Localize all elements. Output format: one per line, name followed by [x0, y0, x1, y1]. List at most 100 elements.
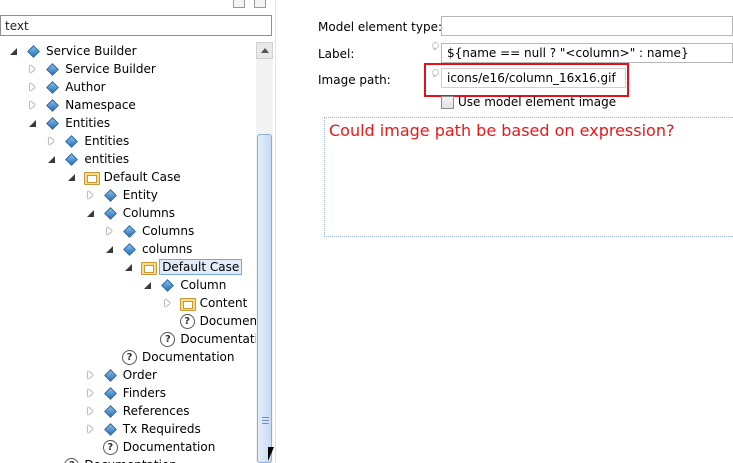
- expanded-arrow-icon[interactable]: [27, 117, 39, 129]
- collapsed-arrow-icon[interactable]: [85, 387, 97, 399]
- annotation-text: Could image path be based on expression?: [329, 121, 675, 140]
- tree-item[interactable]: Documentation: [85, 438, 216, 456]
- model-element-type-label: Model element type:: [318, 20, 442, 34]
- tree-item[interactable]: Documentation: [46, 456, 177, 463]
- scrollbar-grip-icon: [262, 417, 269, 424]
- tree-item[interactable]: Columns: [104, 222, 194, 240]
- tree-item[interactable]: Service Builder: [27, 60, 156, 78]
- tree-item-label: Documentation: [122, 440, 216, 454]
- tree-item[interactable]: Default Case: [66, 168, 181, 186]
- tree-item-label: Entity: [122, 188, 158, 202]
- collapsed-arrow-icon[interactable]: [85, 405, 97, 417]
- collapsed-arrow-icon[interactable]: [85, 189, 97, 201]
- tree-item[interactable]: Entities: [46, 132, 129, 150]
- filter-input[interactable]: [0, 15, 272, 36]
- tree-item[interactable]: Namespace: [27, 96, 136, 114]
- expanded-arrow-icon[interactable]: [123, 261, 135, 273]
- expanded-arrow-icon[interactable]: [85, 207, 97, 219]
- use-model-image-checkbox[interactable]: [441, 96, 454, 109]
- tree-item[interactable]: columns: [104, 240, 192, 258]
- tree-item-label: Documentation: [142, 350, 235, 364]
- diamond-icon: [121, 241, 137, 257]
- tree-item-label: Documentation: [180, 332, 256, 346]
- diamond-icon: [44, 115, 60, 131]
- expanded-arrow-icon[interactable]: [46, 153, 58, 165]
- collapsed-arrow-icon[interactable]: [27, 99, 39, 111]
- tree-item[interactable]: Documentation: [162, 312, 256, 330]
- collapsed-arrow-icon[interactable]: [46, 135, 58, 147]
- collapsed-arrow-icon[interactable]: [104, 225, 116, 237]
- scroll-up-icon[interactable]: [256, 42, 273, 59]
- folder-icon: [179, 295, 196, 311]
- tree-item[interactable]: Documentation: [104, 348, 235, 366]
- tree-item-label: Tx Requireds: [122, 422, 201, 436]
- collapse-all-icon[interactable]: [233, 0, 245, 8]
- diamond-icon: [102, 367, 118, 383]
- diamond-icon: [63, 151, 79, 167]
- tree-item-label: Entities: [65, 116, 111, 130]
- tree-item-label: Default Case: [103, 170, 181, 184]
- diamond-icon: [102, 403, 118, 419]
- tree-item[interactable]: Order: [85, 366, 157, 384]
- diamond-icon: [102, 421, 118, 437]
- diamond-icon: [44, 79, 60, 95]
- label-label: Label:: [318, 47, 355, 61]
- help-icon: [63, 457, 80, 463]
- model-element-type-field[interactable]: [441, 16, 733, 36]
- expanded-arrow-icon[interactable]: [104, 243, 116, 255]
- tree-item[interactable]: entities: [46, 150, 129, 168]
- diamond-icon: [44, 97, 60, 113]
- tree-item-label: Namespace: [65, 98, 136, 112]
- tree-item-label: columns: [142, 242, 193, 256]
- outline-pane: Service Builder Service Builder Author Name…: [0, 0, 276, 463]
- tree-item[interactable]: Entities: [27, 114, 110, 132]
- tree-item[interactable]: Finders: [85, 384, 166, 402]
- collapsed-arrow-icon[interactable]: [27, 81, 39, 93]
- diamond-icon: [63, 133, 79, 149]
- collapsed-arrow-icon[interactable]: [27, 63, 39, 75]
- tree-item[interactable]: Columns: [85, 204, 175, 222]
- tree-item[interactable]: References: [85, 402, 190, 420]
- diamond-icon: [44, 61, 60, 77]
- content-assist-bulb-icon: [431, 42, 439, 51]
- diamond-icon: [102, 205, 118, 221]
- folder-icon: [140, 259, 158, 275]
- tree-item[interactable]: Default Case: [123, 258, 243, 276]
- tree-item-label: References: [122, 404, 190, 418]
- tree-item-label: Order: [122, 368, 157, 382]
- folder-icon: [83, 169, 100, 185]
- tree-item-label: Author: [65, 80, 106, 94]
- highlight-box: [424, 63, 629, 97]
- expanded-arrow-icon[interactable]: [8, 45, 20, 57]
- diamond-icon: [102, 385, 118, 401]
- collapsed-arrow-icon[interactable]: [85, 423, 97, 435]
- diamond-icon: [102, 187, 118, 203]
- tree-item-label: Columns: [122, 206, 176, 220]
- scrollbar-thumb[interactable]: [257, 134, 272, 463]
- help-icon: [159, 331, 176, 347]
- expanded-arrow-icon[interactable]: [142, 279, 154, 291]
- help-icon: [179, 313, 195, 329]
- tree-item[interactable]: Service Builder: [8, 42, 137, 60]
- tree-item-label: entities: [84, 152, 130, 166]
- outline-toolbar: [0, 0, 276, 12]
- tree-item[interactable]: Column: [142, 276, 226, 294]
- tree-item[interactable]: Content: [162, 294, 247, 312]
- expanded-arrow-icon[interactable]: [66, 171, 78, 183]
- label-field[interactable]: ${name == null ? "<column>" : name}: [441, 43, 733, 63]
- diamond-icon: [121, 223, 137, 239]
- diamond-icon: [25, 43, 41, 59]
- diamond-icon: [159, 277, 175, 293]
- tree-scrollbar[interactable]: [256, 42, 273, 463]
- collapsed-arrow-icon[interactable]: [85, 369, 97, 381]
- tree-item[interactable]: Entity: [85, 186, 158, 204]
- collapsed-arrow-icon[interactable]: [162, 297, 174, 309]
- use-model-image-label: Use model element image: [458, 95, 617, 109]
- annotation-box: Could image path be based on expression?: [324, 117, 733, 237]
- tree-item[interactable]: Tx Requireds: [85, 420, 201, 438]
- tree-item[interactable]: Author: [27, 78, 105, 96]
- tree-item-label: Service Builder: [65, 62, 156, 76]
- tree-item-label: Finders: [122, 386, 166, 400]
- link-editor-icon[interactable]: [254, 0, 266, 8]
- tree-item[interactable]: Documentation: [142, 330, 256, 348]
